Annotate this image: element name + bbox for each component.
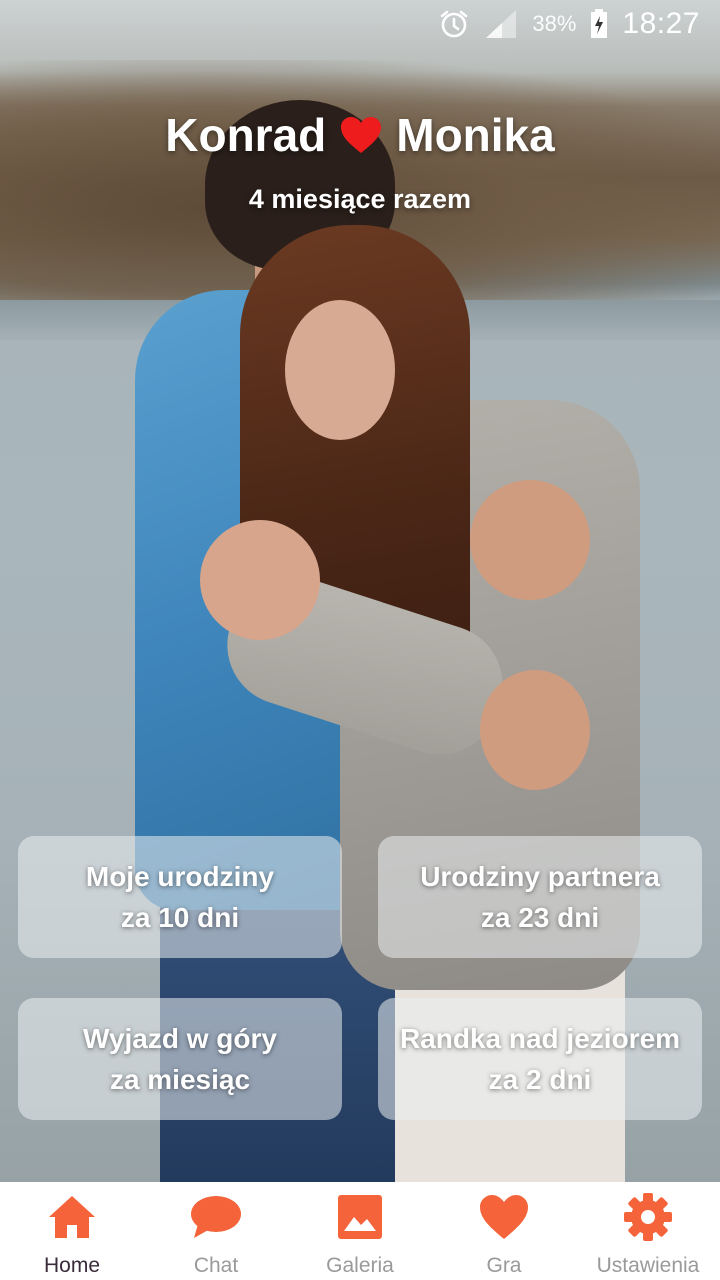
- event-countdown: za 10 dni: [120, 902, 240, 933]
- heart-icon: [340, 116, 382, 154]
- nav-item-home[interactable]: Home: [0, 1182, 144, 1280]
- chat-icon: [190, 1192, 242, 1242]
- couple-header: Konrad Monika 4 miesiące razem: [0, 108, 720, 215]
- clock: 18:27: [622, 7, 700, 40]
- event-countdown: za 23 dni: [480, 902, 600, 933]
- couple-names: Konrad Monika: [0, 108, 720, 162]
- nav-item-gallery[interactable]: Galeria: [288, 1182, 432, 1280]
- nav-label-gallery: Galeria: [326, 1254, 394, 1277]
- events-grid: Moje urodziny za 10 dni Urodziny partner…: [18, 836, 702, 1120]
- event-title: Urodziny partnera: [420, 861, 660, 892]
- event-card-mountain-trip[interactable]: Wyjazd w góry za miesiąc: [18, 998, 342, 1120]
- alarm-icon: [438, 8, 470, 40]
- battery-charging-icon: [590, 9, 608, 39]
- status-bar: 38% 18:27: [0, 0, 720, 48]
- event-countdown: za 2 dni: [488, 1064, 592, 1095]
- relationship-duration: 4 miesiące razem: [248, 184, 472, 214]
- battery-percent: 38%: [532, 11, 577, 36]
- nav-item-settings[interactable]: Ustawienia: [576, 1182, 720, 1280]
- nav-label-chat: Chat: [193, 1254, 239, 1277]
- nav-label-settings: Ustawienia: [596, 1254, 700, 1277]
- event-title: Wyjazd w góry: [83, 1023, 277, 1054]
- home-icon: [47, 1192, 97, 1242]
- event-card-lake-date[interactable]: Randka nad jeziorem za 2 dni: [378, 998, 702, 1120]
- nav-label-home: Home: [43, 1254, 101, 1277]
- event-card-partner-birthday[interactable]: Urodziny partnera za 23 dni: [378, 836, 702, 958]
- heart-icon: [479, 1192, 529, 1242]
- partner-two-name: Monika: [396, 109, 555, 161]
- nav-item-chat[interactable]: Chat: [144, 1182, 288, 1280]
- partner-one-name: Konrad: [165, 109, 327, 161]
- nav-item-game[interactable]: Gra: [432, 1182, 576, 1280]
- event-countdown: za miesiąc: [109, 1064, 251, 1095]
- event-title: Moje urodziny: [85, 861, 275, 892]
- bottom-navigation: Home Chat Galeria Gra Ustawienia: [0, 1182, 720, 1280]
- event-card-my-birthday[interactable]: Moje urodziny za 10 dni: [18, 836, 342, 958]
- signal-icon: [484, 8, 518, 40]
- nav-label-game: Gra: [486, 1254, 522, 1277]
- gear-icon: [623, 1192, 673, 1242]
- gallery-icon: [337, 1192, 383, 1242]
- event-title: Randka nad jeziorem: [399, 1023, 681, 1054]
